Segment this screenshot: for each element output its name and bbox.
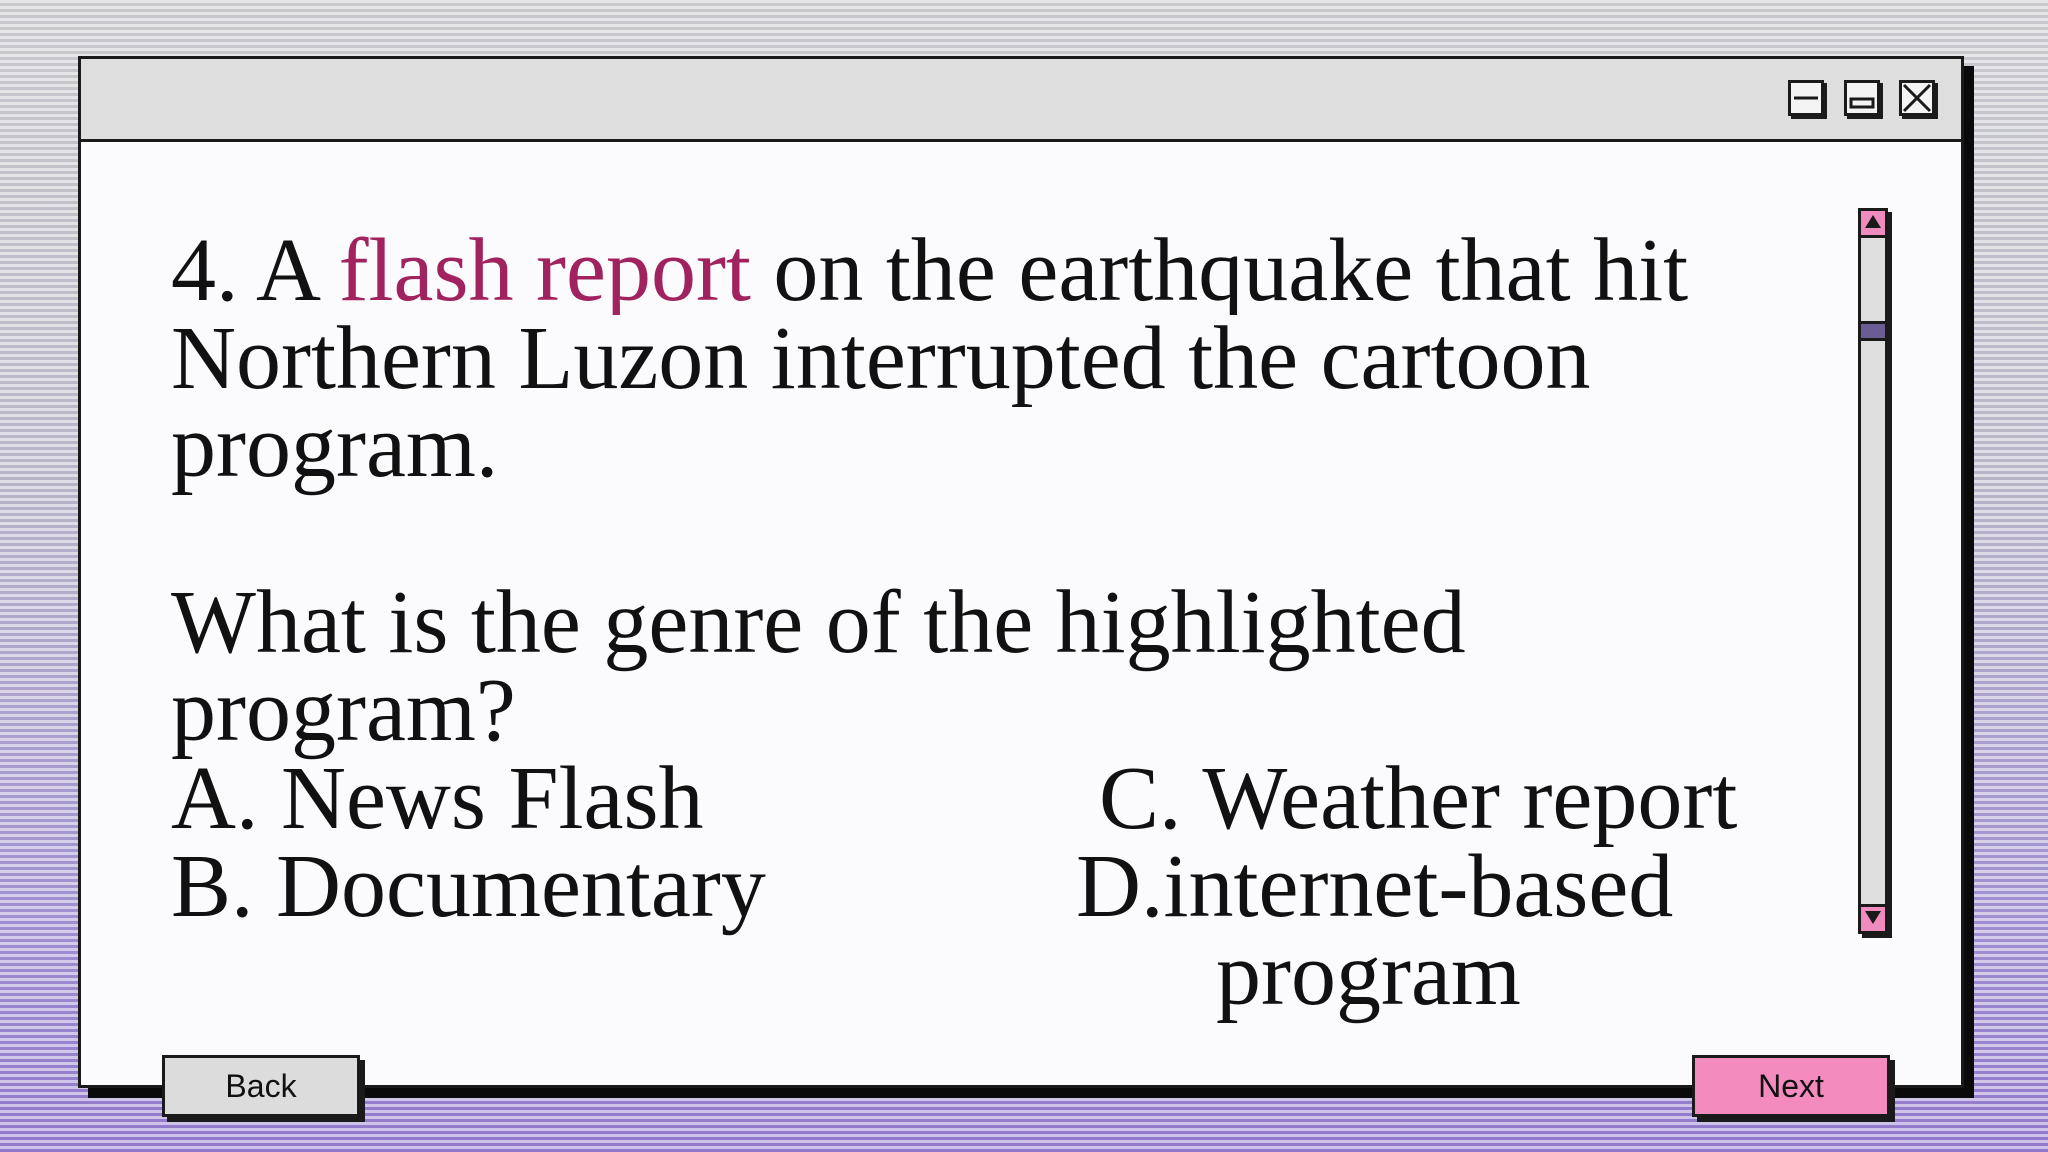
choice-a[interactable]: A. News Flash: [171, 754, 704, 844]
minimize-button[interactable]: [1788, 80, 1824, 116]
prompt-line-1: What is the genre of the highlighted: [171, 573, 1466, 672]
arrow-up-icon: [1865, 215, 1881, 228]
highlighted-term: flash report: [338, 227, 751, 315]
next-button[interactable]: Next: [1692, 1055, 1890, 1117]
choice-d-continued[interactable]: program: [1216, 930, 1521, 1020]
quiz-window: 4. A flash report on the earthquake that…: [78, 56, 1964, 1117]
quiz-content: 4. A flash report on the earthquake that…: [81, 142, 1961, 1117]
minimize-icon: [1794, 96, 1818, 100]
choice-c[interactable]: C. Weather report: [1099, 754, 1737, 844]
choice-b[interactable]: B. Documentary: [171, 842, 766, 932]
close-button[interactable]: [1899, 80, 1935, 116]
arrow-down-icon: [1865, 911, 1881, 924]
question-line-3: program.: [171, 397, 499, 496]
prompt-line-2: program?: [171, 661, 516, 760]
choice-d[interactable]: D.internet-based: [1076, 842, 1673, 932]
title-bar: [81, 59, 1961, 142]
scroll-down-button[interactable]: [1861, 904, 1885, 931]
close-icon: [1902, 83, 1932, 113]
question-line-2: Northern Luzon interrupted the cartoon: [171, 309, 1591, 408]
scroll-thumb[interactable]: [1861, 321, 1885, 341]
question-line-1: 4. A flash report on the earthquake that…: [171, 227, 1871, 315]
back-button[interactable]: Back: [162, 1055, 360, 1117]
question-line-1-rest: on the earthquake that hit: [750, 227, 1689, 315]
scroll-up-button[interactable]: [1861, 211, 1885, 238]
vertical-scrollbar[interactable]: [1858, 208, 1888, 934]
question-number: 4. A: [171, 227, 339, 315]
maximize-button[interactable]: [1844, 80, 1880, 116]
maximize-icon: [1849, 97, 1875, 109]
